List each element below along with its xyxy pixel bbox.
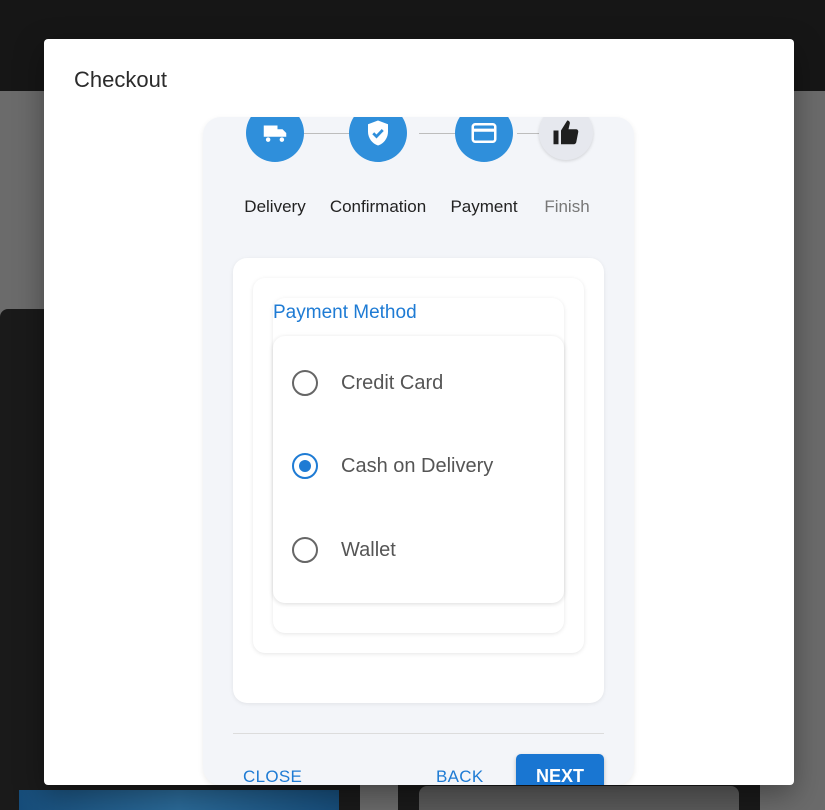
step-label-delivery: Delivery bbox=[244, 197, 306, 216]
shield-check-icon bbox=[368, 120, 388, 146]
payment-content: Payment Method Credit Card Cash on Deliv… bbox=[233, 258, 604, 703]
footer-divider bbox=[233, 733, 604, 734]
close-button[interactable]: CLOSE bbox=[243, 767, 302, 785]
payment-panel: Payment Method Credit Card Cash on Deliv… bbox=[253, 278, 584, 653]
step-delivery[interactable] bbox=[246, 117, 304, 162]
step-label-payment: Payment bbox=[450, 197, 518, 216]
step-label-finish: Finish bbox=[544, 197, 590, 216]
next-button[interactable]: NEXT bbox=[516, 754, 604, 785]
payment-option-credit-card[interactable]: Credit Card bbox=[273, 353, 564, 413]
credit-card-icon bbox=[471, 123, 497, 143]
option-label-wallet: Wallet bbox=[341, 538, 396, 561]
dialog-title: Checkout bbox=[74, 67, 167, 92]
thumbs-up-icon bbox=[553, 120, 579, 145]
checkout-card: Delivery Confirmation Payment Finish Pay… bbox=[203, 117, 634, 785]
back-button[interactable]: BACK bbox=[436, 767, 484, 785]
payment-option-cash-on-delivery[interactable]: Cash on Delivery bbox=[273, 436, 564, 496]
option-label-credit-card: Credit Card bbox=[341, 371, 444, 394]
radio-cash-on-delivery[interactable] bbox=[292, 453, 318, 479]
truck-icon bbox=[263, 125, 287, 142]
step-payment[interactable] bbox=[455, 117, 513, 162]
background-image bbox=[19, 790, 339, 810]
step-finish[interactable] bbox=[539, 117, 593, 160]
payment-options-group: Credit Card Cash on Delivery Wallet bbox=[273, 336, 564, 603]
radio-wallet[interactable] bbox=[292, 537, 318, 563]
checkout-dialog: Checkout Delivery Confirmation Payment F… bbox=[44, 39, 794, 785]
step-confirmation[interactable] bbox=[349, 117, 407, 162]
option-label-cash-on-delivery: Cash on Delivery bbox=[341, 454, 494, 477]
checkout-stepper: Delivery Confirmation Payment Finish bbox=[203, 117, 634, 222]
payment-option-wallet[interactable]: Wallet bbox=[273, 520, 564, 580]
payment-method-title: Payment Method bbox=[273, 302, 417, 323]
step-label-confirmation: Confirmation bbox=[329, 197, 427, 216]
radio-credit-card[interactable] bbox=[292, 370, 318, 396]
background-card bbox=[419, 786, 739, 810]
